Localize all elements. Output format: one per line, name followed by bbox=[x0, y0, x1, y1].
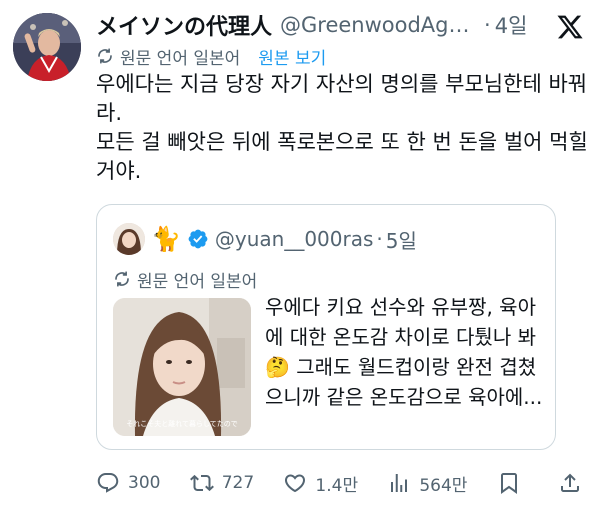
translated-from-label: 원문 언어 일본어 bbox=[120, 48, 241, 69]
like-count: 1.4만 bbox=[315, 475, 359, 496]
retweet-icon bbox=[189, 474, 214, 492]
tweet-text-line: 우에다는 지금 당장 자기 자산의 명의를 부모님한테 바꿔라. bbox=[96, 72, 588, 125]
share-button[interactable] bbox=[558, 471, 590, 495]
translate-icon bbox=[98, 48, 112, 64]
quoted-video-thumbnail[interactable]: それこそ夫と離れて暮らしてたので bbox=[113, 298, 251, 436]
thumbnail-caption: それこそ夫と離れて暮らしてたので bbox=[126, 419, 238, 428]
quoted-translated-from-label: 원문 언어 일본어 bbox=[137, 271, 258, 292]
tweet-text-line: 모든 걸 빼앗은 뒤에 폭로본으로 또 한 번 돈을 벌어 먹힐 거야. bbox=[96, 130, 588, 183]
share-icon bbox=[560, 473, 579, 492]
separator-dot: · bbox=[376, 227, 383, 251]
avatar-image bbox=[13, 13, 81, 81]
retweet-button[interactable]: 727 bbox=[189, 471, 255, 495]
bookmark-button[interactable] bbox=[497, 471, 529, 495]
thumbnail-image: それこそ夫と離れて暮らしてたので bbox=[113, 298, 251, 436]
separator-dot: · bbox=[484, 13, 491, 37]
translate-icon bbox=[115, 271, 129, 287]
tweet-time[interactable]: 4일 bbox=[495, 10, 528, 40]
author-avatar[interactable] bbox=[13, 13, 81, 81]
verified-badge-icon bbox=[188, 229, 208, 249]
views-button[interactable]: 564만 bbox=[387, 471, 467, 496]
tweet-text: 우에다는 지금 당장 자기 자산의 명의를 부모님한테 바꿔라. 모든 걸 빼앗… bbox=[96, 70, 590, 186]
show-original-link[interactable]: 원본 보기 bbox=[258, 44, 326, 69]
quoted-avatar-image bbox=[113, 223, 145, 255]
reply-button[interactable]: 300 bbox=[96, 471, 160, 495]
quoted-tweet-header: 🐈 @yuan__000ras · 5일 bbox=[113, 221, 417, 257]
translation-info: 원문 언어 일본어 원본 보기 bbox=[96, 44, 326, 69]
author-handle[interactable]: @GreenwoodAge... bbox=[280, 13, 480, 37]
view-count: 564만 bbox=[419, 475, 468, 496]
author-name[interactable]: メイソンの代理人 bbox=[96, 9, 272, 41]
x-logo-icon[interactable] bbox=[556, 13, 584, 41]
tweet-header: メイソンの代理人 @GreenwoodAge... · 4일 bbox=[96, 8, 530, 42]
retweet-count: 727 bbox=[221, 473, 255, 493]
quoted-author-avatar[interactable] bbox=[113, 223, 145, 255]
views-icon bbox=[391, 474, 408, 492]
quoted-translation-info: 원문 언어 일본어 bbox=[113, 267, 258, 292]
quoted-name-emoji: 🐈 bbox=[151, 225, 181, 253]
like-button[interactable]: 1.4만 bbox=[283, 471, 358, 496]
tweet-actions: 300 727 1.4만 564만 bbox=[96, 466, 590, 500]
like-icon bbox=[285, 474, 306, 493]
quoted-tweet[interactable]: 🐈 @yuan__000ras · 5일 원문 언어 일본어 それこそ夫と離れて… bbox=[96, 204, 556, 450]
reply-count: 300 bbox=[128, 473, 161, 493]
reply-icon bbox=[97, 473, 119, 493]
quoted-author-handle[interactable]: @yuan__000ras bbox=[215, 227, 374, 251]
quoted-tweet-text: 우에다 키요 선수와 유부짱, 육아에 대한 온도감 차이로 다퉜나 봐🤔 그래… bbox=[265, 295, 543, 409]
quoted-tweet-time[interactable]: 5일 bbox=[386, 225, 417, 254]
bookmark-icon bbox=[500, 473, 517, 494]
